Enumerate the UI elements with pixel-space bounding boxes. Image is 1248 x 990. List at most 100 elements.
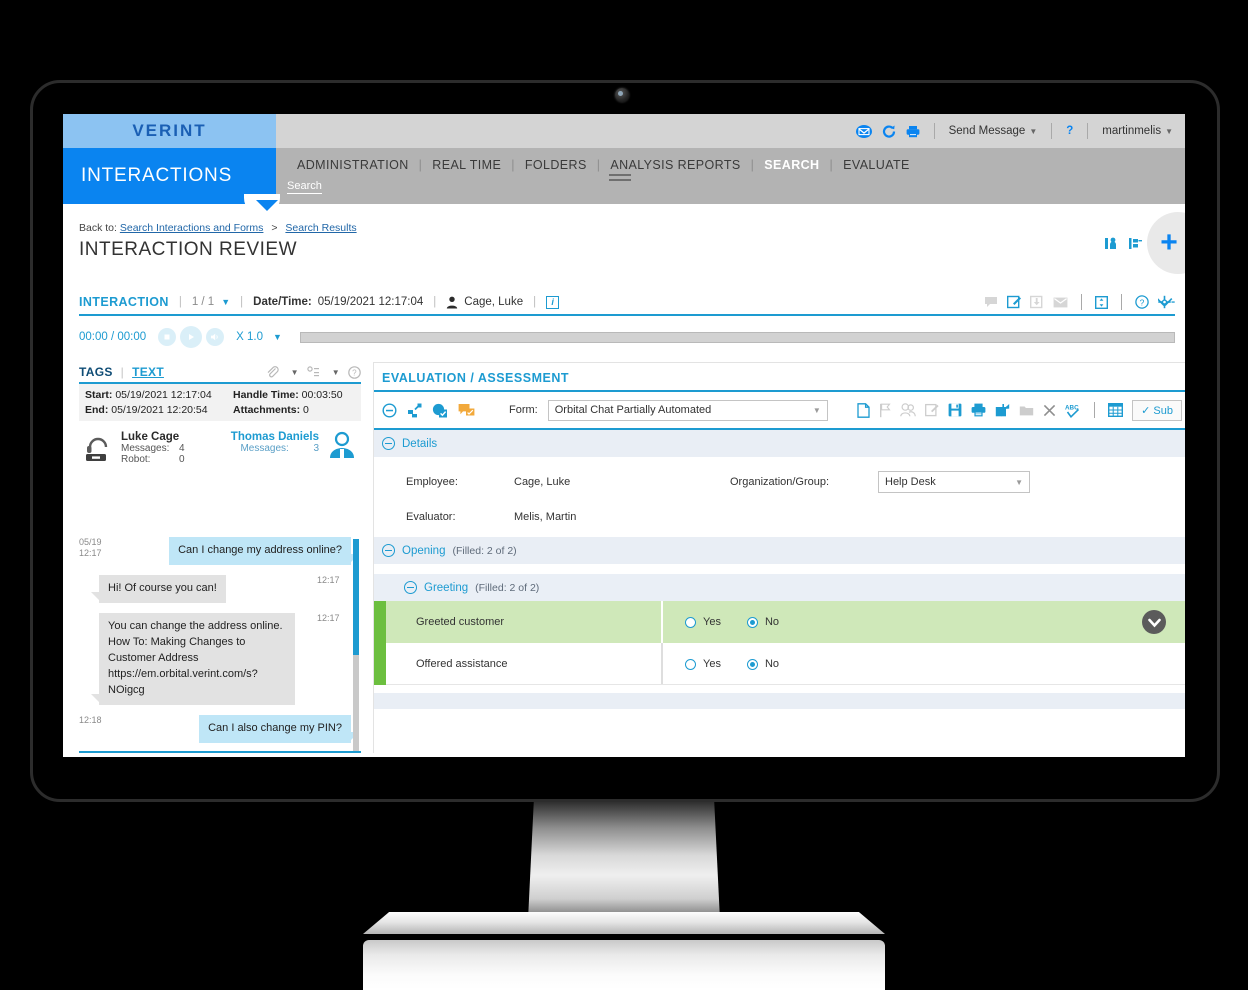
comment-icon[interactable] — [984, 296, 998, 308]
save-icon[interactable] — [948, 403, 962, 417]
download-icon[interactable] — [1030, 295, 1044, 309]
collapse-all-icon[interactable] — [382, 402, 397, 418]
new-document-icon[interactable] — [857, 402, 870, 418]
envelope-icon[interactable] — [855, 124, 872, 138]
score-bar — [374, 643, 386, 685]
section-header-opening[interactable]: Opening (Filled: 2 of 2) — [374, 537, 1185, 564]
section-header-greeting[interactable]: Greeting (Filled: 2 of 2) — [374, 574, 1185, 601]
chevron-down-icon[interactable]: ▼ — [273, 332, 282, 342]
nav-item-administration[interactable]: ADMINISTRATION — [287, 158, 419, 172]
edit-icon[interactable] — [925, 403, 939, 417]
end-label: End: — [85, 404, 109, 416]
collapse-icon[interactable] — [382, 437, 395, 450]
chat-transcript[interactable]: 05/19 12:17 Can I change my address onli… — [79, 537, 361, 751]
message-timestamp: 12:17 — [317, 612, 340, 623]
chevron-down-icon[interactable]: ▼ — [291, 368, 299, 377]
print-icon[interactable] — [971, 403, 986, 417]
score-bar — [374, 601, 386, 643]
spellcheck-icon[interactable]: ABC — [1065, 403, 1081, 418]
section-header-details[interactable]: Details — [374, 430, 1185, 457]
share-flow-icon[interactable] — [1128, 236, 1143, 251]
folder-icon[interactable] — [1019, 404, 1034, 417]
subnav-search[interactable]: Search — [287, 180, 322, 194]
add-floating-button[interactable]: + — [1147, 212, 1185, 274]
help-circle-icon[interactable]: ? — [348, 365, 361, 379]
chevron-down-icon: ▼ — [1029, 127, 1038, 136]
chevron-down-icon[interactable]: ▼ — [332, 368, 340, 377]
radio-option-yes[interactable]: Yes — [685, 658, 721, 670]
divider — [1094, 402, 1096, 418]
employee-value: Cage, Luke — [514, 476, 571, 488]
assign-user-icon[interactable] — [1104, 236, 1119, 251]
breadcrumb-prefix: Back to: — [79, 222, 117, 234]
divider — [1081, 294, 1082, 310]
expand-tree-icon[interactable] — [407, 403, 422, 418]
question-text: Offered assistance — [416, 658, 508, 670]
help-button[interactable]: ? — [1066, 125, 1073, 137]
share-icon[interactable] — [995, 403, 1010, 417]
tab-text[interactable]: TEXT — [132, 365, 172, 379]
submit-button[interactable]: ✓ Sub — [1132, 399, 1182, 421]
collapse-icon[interactable] — [382, 544, 395, 557]
form-label: Form: — [509, 404, 538, 416]
start-label: Start: — [85, 389, 113, 401]
evaluation-toolbar-actions: ABC ✓ Sub — [857, 399, 1182, 421]
module-caret-icon[interactable] — [256, 200, 278, 211]
user-menu[interactable]: martinmelis ▼ — [1102, 125, 1173, 137]
customer-messages-value: 3 — [313, 443, 319, 454]
chat-scrollbar[interactable] — [353, 539, 359, 751]
message-bubble: Can I also change my PIN? — [199, 714, 359, 743]
collapse-icon[interactable] — [404, 581, 417, 594]
attachment-icon[interactable] — [266, 366, 279, 378]
stop-button[interactable] — [158, 328, 177, 346]
media-player-bar: 00:00 / 00:00 X 1.0 ▼ — [79, 324, 1175, 350]
nav-item-real-time[interactable]: REAL TIME — [422, 158, 511, 172]
comment-icon[interactable] — [458, 403, 475, 418]
play-button[interactable] — [180, 326, 203, 348]
form-select[interactable]: Orbital Chat Partially Automated ▼ — [547, 399, 828, 421]
section-name: Details — [402, 437, 438, 450]
tab-tags[interactable]: TAGS — [79, 365, 121, 379]
volume-icon[interactable] — [206, 328, 225, 346]
evaluator-label: Evaluator: — [406, 511, 456, 523]
gear-icon[interactable] — [1158, 295, 1175, 309]
chevron-down-icon: ▼ — [812, 405, 821, 415]
organization-select[interactable]: Help Desk ▼ — [878, 471, 1030, 493]
seek-bar[interactable] — [299, 331, 1175, 343]
transcript-tabs: TAGS | TEXT ▼ ▼ ? — [79, 362, 361, 384]
send-message-button[interactable]: Send Message ▼ — [949, 125, 1038, 137]
nav-item-analysis-reports[interactable]: ANALYSIS REPORTS — [600, 158, 750, 172]
grid-icon[interactable] — [1108, 403, 1124, 417]
breadcrumb-link-search-results[interactable]: Search Results — [285, 222, 356, 234]
radio-option-no[interactable]: No — [746, 616, 779, 628]
chat-message: 05/19 12:17 Can I change my address onli… — [79, 537, 359, 565]
panel-drag-handle[interactable] — [609, 174, 631, 176]
chevron-down-icon[interactable]: ▼ — [221, 297, 230, 307]
svg-text:?: ? — [1140, 297, 1145, 307]
question-row-greeted-customer[interactable]: Greeted customer Yes No — [374, 601, 1185, 643]
radio-option-yes[interactable]: Yes — [685, 616, 721, 628]
refresh-icon[interactable] — [882, 124, 896, 138]
expand-vertical-icon[interactable] — [1095, 295, 1108, 309]
flag-icon[interactable] — [879, 403, 891, 418]
help-circle-icon[interactable]: ? — [1135, 295, 1149, 309]
nav-item-evaluate[interactable]: EVALUATE — [833, 158, 920, 172]
mail-icon[interactable] — [1053, 297, 1068, 308]
printer-icon[interactable] — [906, 125, 920, 138]
edit-icon[interactable] — [1007, 295, 1021, 309]
people-icon[interactable] — [900, 403, 916, 417]
breadcrumb-link-search-interactions[interactable]: Search Interactions and Forms — [120, 222, 264, 234]
module-label: INTERACTIONS — [81, 165, 233, 186]
question-row-offered-assistance[interactable]: Offered assistance Yes No — [374, 643, 1185, 685]
radio-option-no[interactable]: No — [746, 658, 779, 670]
info-icon[interactable]: i — [546, 295, 560, 309]
mouse-cursor-badge-icon — [1142, 610, 1166, 634]
agent-robot-label: Robot: — [121, 454, 151, 465]
nav-item-search[interactable]: SEARCH — [754, 158, 829, 172]
check-form-icon[interactable] — [432, 403, 448, 418]
close-icon[interactable] — [1043, 404, 1056, 417]
customer-messages-label: Messages: — [240, 443, 289, 454]
filter-nodes-icon[interactable] — [307, 366, 320, 378]
nav-item-folders[interactable]: FOLDERS — [515, 158, 597, 172]
attachments-label: Attachments: — [233, 404, 301, 416]
